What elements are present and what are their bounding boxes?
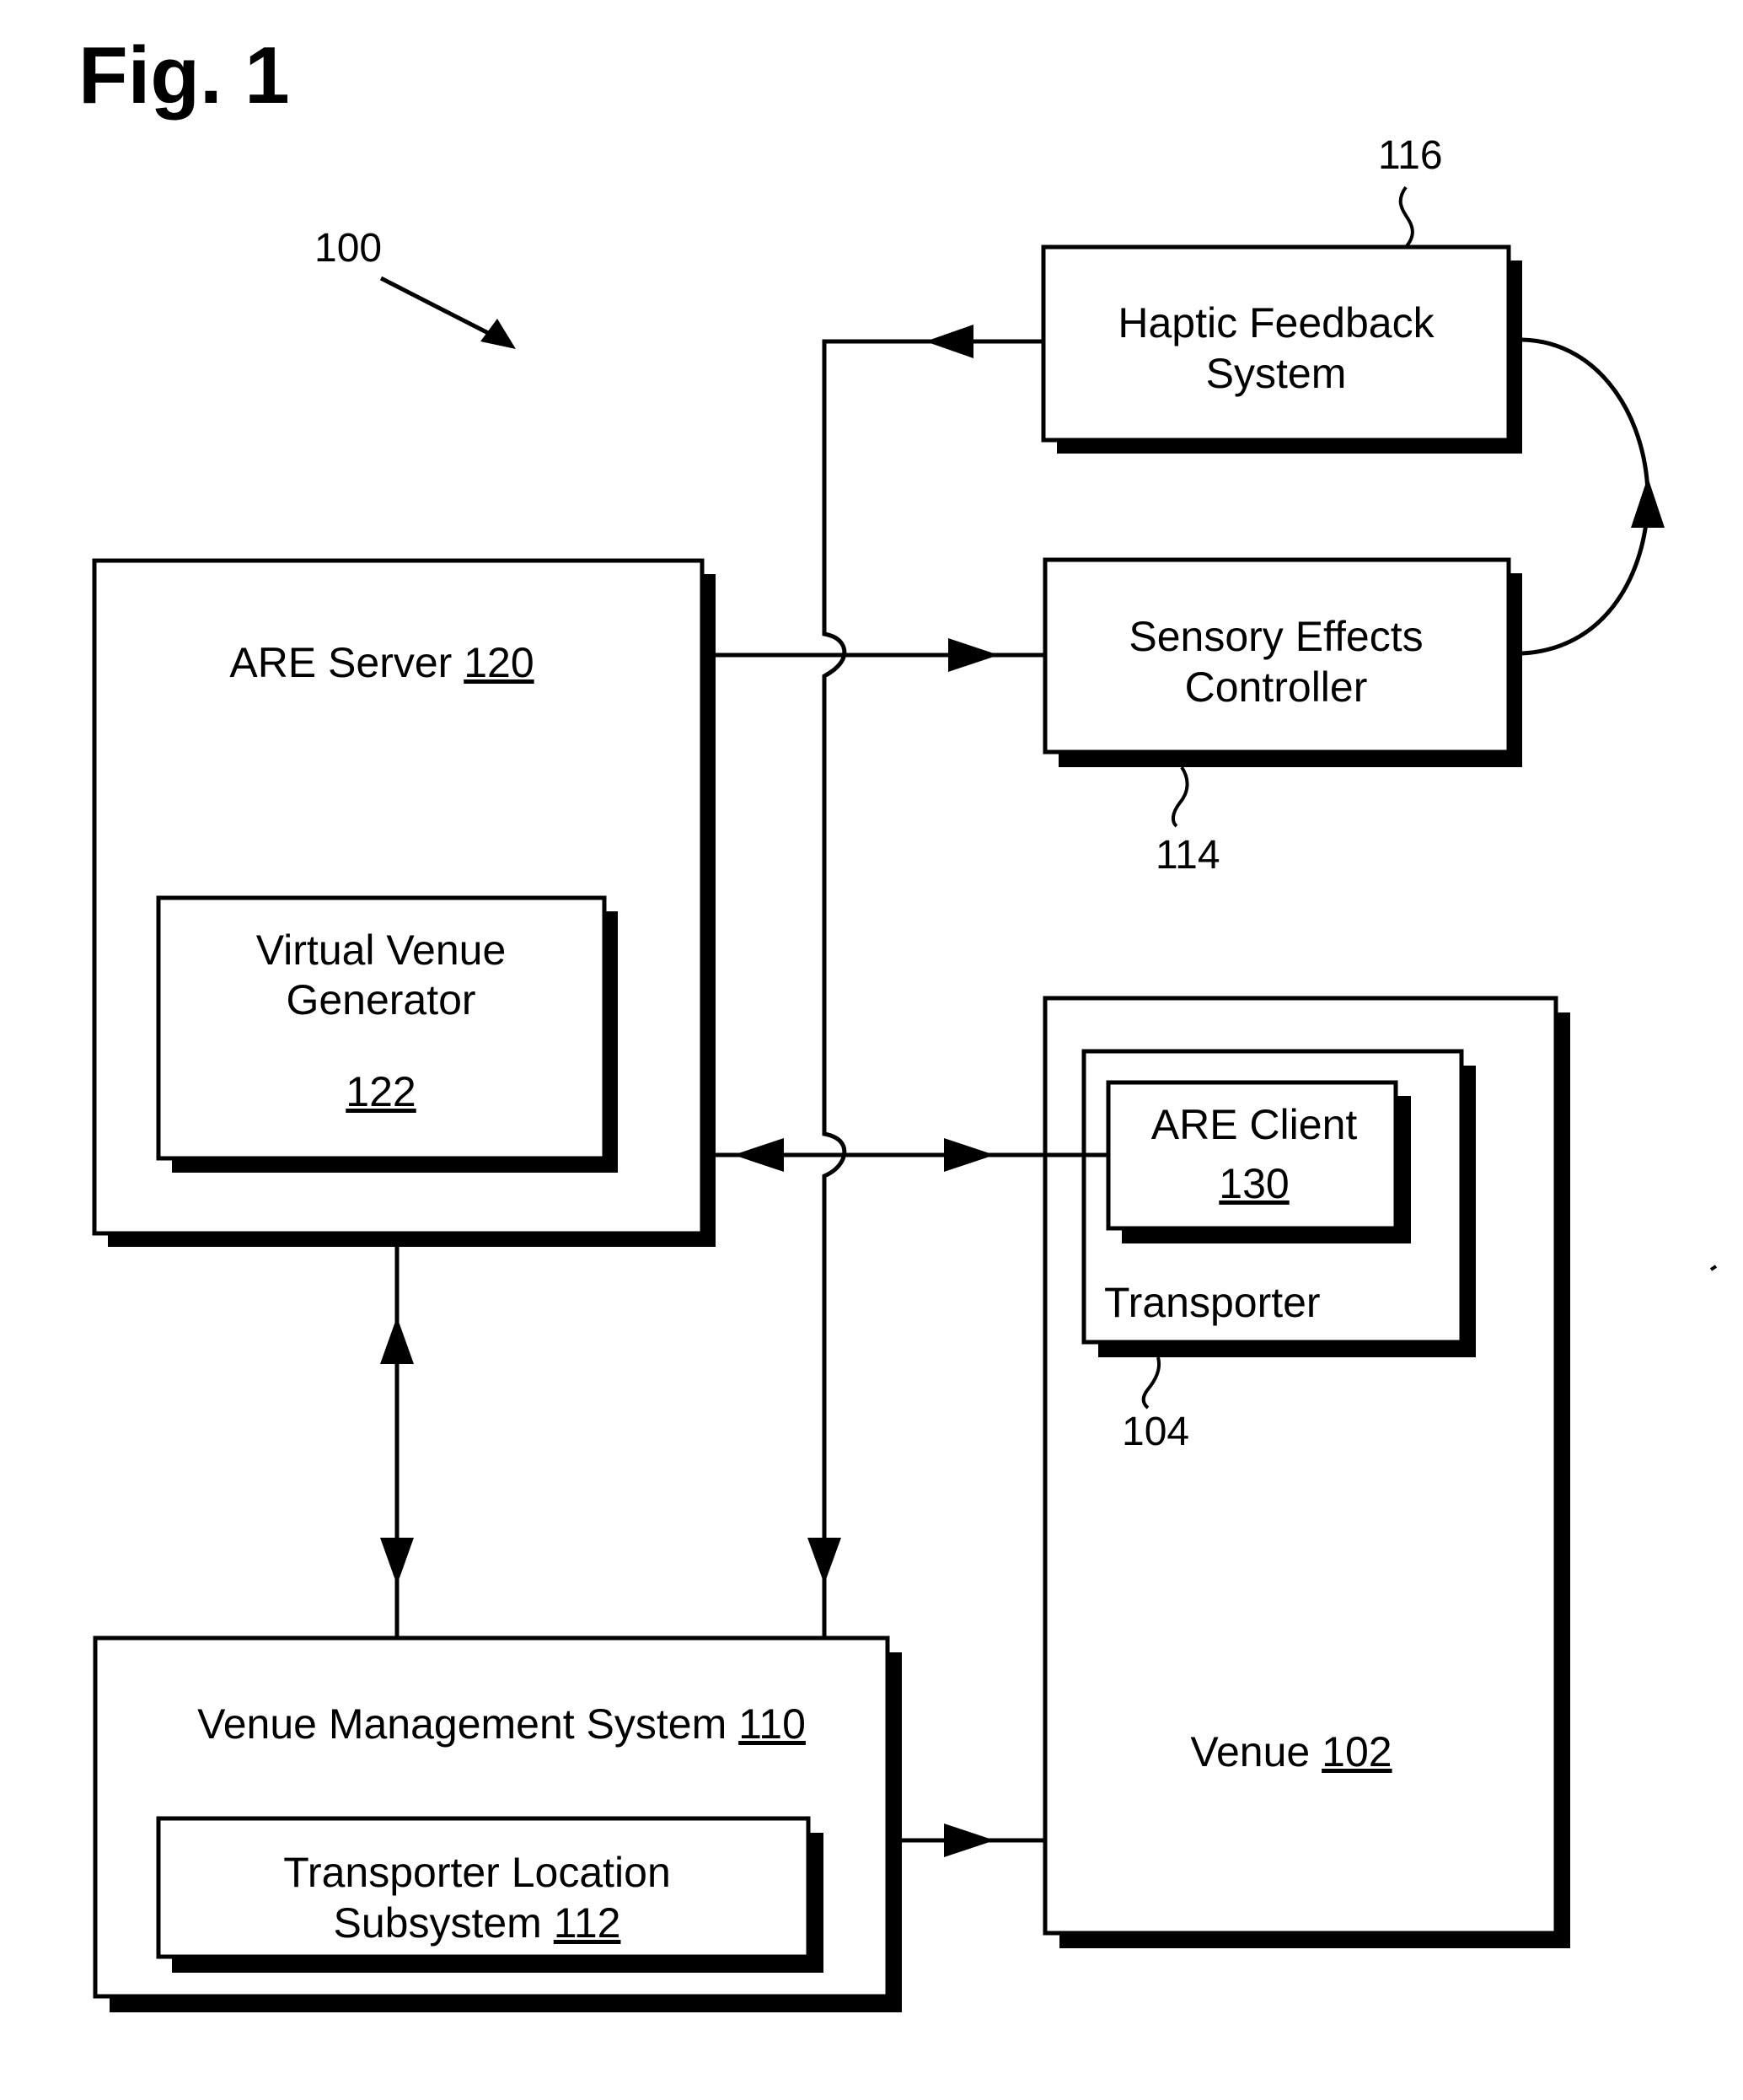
vvg-label-line2: Generator (286, 976, 475, 1023)
tls-name: Subsystem (334, 1899, 542, 1947)
vms-name: Venue Management System (197, 1700, 727, 1748)
tls-label-line1: Transporter Location (283, 1849, 671, 1896)
are-client-label: ARE Client (1151, 1101, 1358, 1148)
are-client-block: ARE Client 130 (1106, 1080, 1411, 1243)
venue-number: 102 (1322, 1728, 1392, 1775)
vms-label: Venue Management System 110 (197, 1700, 806, 1748)
vvg-number: 122 (346, 1068, 416, 1115)
sensory-ref-leader (1171, 765, 1189, 828)
haptic-ref-label: 116 (1378, 133, 1443, 178)
sensory-ref-label: 114 (1156, 833, 1220, 878)
sensory-label-line2: Controller (1185, 663, 1368, 711)
vvg-label-line1: Virtual Venue (256, 926, 507, 974)
are-client-number: 130 (1219, 1160, 1289, 1207)
block-diagram: Fig. 1 100 Haptic Feedback System 116 Se… (78, 30, 1718, 2012)
transporter-ref-label: 104 (1122, 1410, 1189, 1454)
vms-to-venue-connector (902, 1823, 1045, 1857)
haptic-feedback-system-block: Haptic Feedback System (1041, 244, 1522, 454)
transporter-location-subsystem-block: Transporter Location Subsystem 112 (156, 1816, 823, 1973)
system-ref-label: 100 (314, 226, 382, 271)
haptic-label-line2: System (1206, 350, 1347, 397)
sensory-label-line1: Sensory Effects (1129, 613, 1423, 660)
system-ref-arrow (379, 276, 516, 349)
tls-label-line2: Subsystem 112 (334, 1899, 621, 1947)
haptic-label-line1: Haptic Feedback (1118, 299, 1435, 346)
sensory-to-haptic-arrow (1521, 337, 1665, 656)
figure-title: Fig. 1 (78, 30, 290, 121)
server-to-vms-connector (380, 1247, 414, 1638)
scan-speck (1709, 1265, 1718, 1271)
are-server-label: ARE Server 120 (229, 639, 534, 686)
venue-name: Venue (1190, 1728, 1310, 1775)
server-to-sensory-connector (716, 638, 1045, 672)
transporter-label: Transporter (1104, 1279, 1321, 1326)
are-server-name: ARE Server (229, 639, 452, 686)
haptic-ref-leader (1398, 185, 1414, 249)
haptic-to-vms-connector (807, 325, 1043, 1638)
are-server-number: 120 (464, 639, 534, 686)
venue-label: Venue 102 (1190, 1728, 1392, 1775)
sensory-effects-controller-block: Sensory Effects Controller (1043, 557, 1522, 767)
virtual-venue-generator-block: Virtual Venue Generator 122 (156, 895, 618, 1173)
vms-number: 110 (738, 1700, 806, 1748)
tls-number: 112 (554, 1899, 621, 1947)
